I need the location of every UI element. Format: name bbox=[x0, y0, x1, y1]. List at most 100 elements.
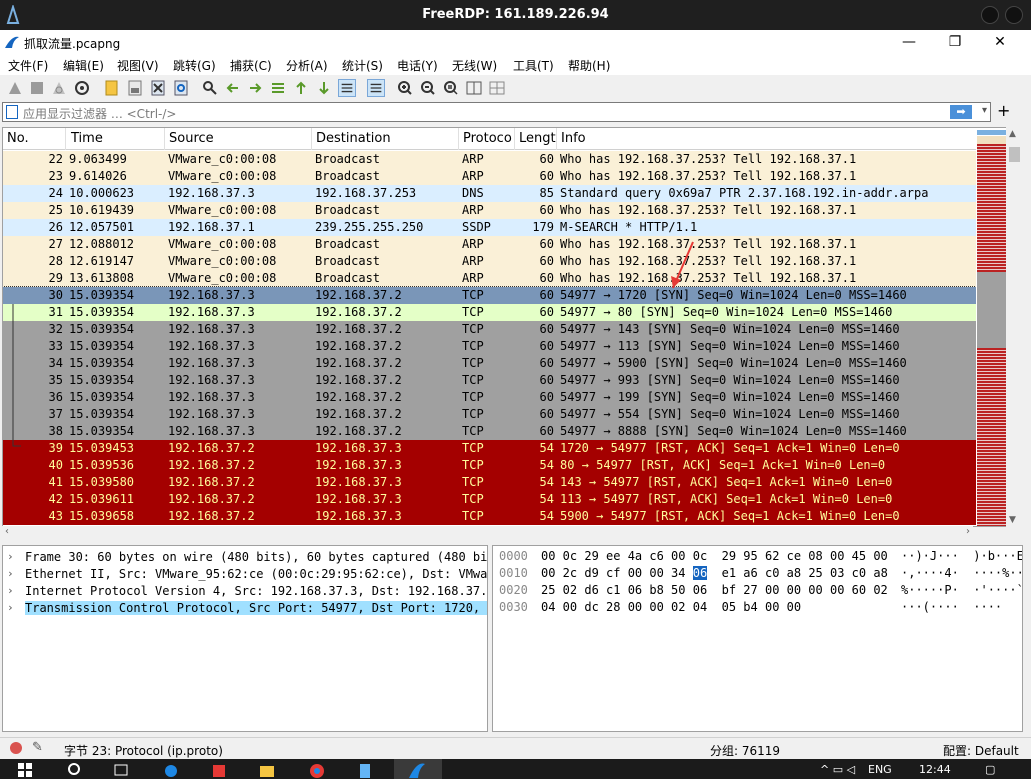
app-blue-icon[interactable] bbox=[356, 761, 374, 779]
expand-arrow-icon[interactable]: › bbox=[7, 550, 14, 563]
col-divider[interactable] bbox=[556, 128, 557, 150]
scroll-down-icon[interactable]: ▼ bbox=[1009, 515, 1016, 525]
packet-row[interactable]: 31 15.039354 192.168.37.3 192.168.37.2 TCP 60… bbox=[3, 304, 976, 321]
file-explorer-icon[interactable] bbox=[258, 761, 276, 779]
packet-row[interactable]: 32 15.039354 192.168.37.3 192.168.37.2 TCP 60… bbox=[3, 321, 976, 338]
minimize-button[interactable]: — bbox=[898, 33, 920, 51]
chrome-icon[interactable] bbox=[308, 761, 326, 779]
scroll-left-icon[interactable]: ‹ bbox=[5, 526, 9, 537]
packet-row[interactable]: 27 12.088012 VMware_c0:00:08 Broadcast ARP 60… bbox=[3, 236, 976, 253]
scroll-right-icon[interactable]: › bbox=[966, 526, 970, 537]
close-button[interactable]: ✕ bbox=[989, 33, 1011, 51]
col-header-protocol[interactable]: Protoco bbox=[463, 131, 512, 146]
display-filter-input[interactable]: 应用显示过滤器 … <Ctrl-/> bbox=[23, 105, 940, 122]
find-packet-icon[interactable] bbox=[201, 79, 219, 97]
col-header-no[interactable]: No. bbox=[7, 131, 29, 146]
packet-row[interactable]: 23 9.614026 VMware_c0:00:08 Broadcast ARP 60 W… bbox=[3, 168, 976, 185]
byte-row[interactable]: 0010 00 2c d9 cf 00 00 34 06 e1 a6 c0 a8 … bbox=[493, 563, 1022, 580]
packet-row[interactable]: 43 15.039658 192.168.37.2 192.168.37.3 TCP 54… bbox=[3, 508, 976, 525]
capture-options-icon[interactable] bbox=[73, 79, 91, 97]
packet-row[interactable]: 41 15.039580 192.168.37.2 192.168.37.3 TCP 54… bbox=[3, 474, 976, 491]
menu-capture[interactable]: 捕获(C) bbox=[230, 57, 272, 74]
expand-arrow-icon[interactable]: › bbox=[7, 567, 14, 580]
menu-analyze[interactable]: 分析(A) bbox=[286, 57, 328, 74]
menu-telephony[interactable]: 电话(Y) bbox=[397, 57, 438, 74]
packet-row[interactable]: 33 15.039354 192.168.37.3 192.168.37.2 TCP 60… bbox=[3, 338, 976, 355]
zoom-in-icon[interactable] bbox=[396, 79, 414, 97]
open-file-icon[interactable] bbox=[103, 79, 121, 97]
filter-bookmark-icon[interactable] bbox=[6, 105, 18, 119]
col-header-source[interactable]: Source bbox=[169, 131, 214, 146]
packet-row[interactable]: 42 15.039611 192.168.37.2 192.168.37.3 TCP 54… bbox=[3, 491, 976, 508]
packet-row[interactable]: 24 10.000623 192.168.37.3 192.168.37.253 DNS… bbox=[3, 185, 976, 202]
reload-file-icon[interactable] bbox=[172, 79, 190, 97]
byte-hex-highlight[interactable]: 06 bbox=[692, 566, 708, 580]
comment-icon[interactable]: ✎ bbox=[32, 740, 43, 755]
tray-language[interactable]: ENG bbox=[868, 763, 892, 776]
save-file-icon[interactable] bbox=[126, 79, 144, 97]
packet-row[interactable]: 37 15.039354 192.168.37.3 192.168.37.2 TCP 60… bbox=[3, 406, 976, 423]
menu-wireless[interactable]: 无线(W) bbox=[452, 57, 497, 74]
col-header-time[interactable]: Time bbox=[71, 131, 103, 146]
packet-row[interactable]: 38 15.039354 192.168.37.3 192.168.37.2 TCP 60… bbox=[3, 423, 976, 440]
windows-start-icon[interactable] bbox=[16, 761, 34, 779]
menu-go[interactable]: 跳转(G) bbox=[173, 57, 216, 74]
start-capture-icon[interactable] bbox=[6, 79, 24, 97]
tray-icons[interactable]: ^ ▭ ◁ bbox=[820, 763, 855, 776]
packet-row[interactable]: 28 12.619147 VMware_c0:00:08 Broadcast ARP 60… bbox=[3, 253, 976, 270]
resize-columns-icon[interactable] bbox=[465, 79, 483, 97]
col-divider[interactable] bbox=[458, 128, 459, 150]
maximize-button[interactable]: ❐ bbox=[944, 33, 966, 51]
packet-row[interactable]: 40 15.039536 192.168.37.2 192.168.37.3 TCP 54… bbox=[3, 457, 976, 474]
col-divider[interactable] bbox=[164, 128, 165, 150]
zoom-normal-icon[interactable] bbox=[442, 79, 460, 97]
col-header-length[interactable]: Lengt bbox=[519, 131, 556, 146]
status-profile[interactable]: 配置: Default bbox=[943, 742, 1019, 759]
scroll-up-icon[interactable]: ▲ bbox=[1009, 129, 1016, 139]
detail-tree-item[interactable]: › Frame 30: 60 bytes on wire (480 bits), … bbox=[3, 549, 487, 566]
packet-row[interactable]: 30 15.039354 192.168.37.3 192.168.37.2 TCP 60… bbox=[3, 286, 977, 305]
search-icon[interactable] bbox=[66, 761, 84, 779]
tray-clock[interactable]: 12:44 bbox=[919, 763, 951, 776]
go-forward-icon[interactable] bbox=[246, 79, 264, 97]
packet-minimap[interactable] bbox=[976, 128, 1007, 526]
go-last-icon[interactable] bbox=[315, 79, 333, 97]
add-filter-button[interactable]: + bbox=[997, 101, 1010, 120]
detail-tree-item[interactable]: › Transmission Control Protocol, Src Port… bbox=[3, 600, 487, 617]
packet-row[interactable]: 34 15.039354 192.168.37.3 192.168.37.2 TCP 60… bbox=[3, 355, 976, 372]
stop-capture-icon[interactable] bbox=[28, 79, 46, 97]
go-to-packet-icon[interactable] bbox=[269, 79, 287, 97]
apply-filter-button[interactable]: ➡ bbox=[950, 105, 972, 119]
packet-row[interactable]: 36 15.039354 192.168.37.3 192.168.37.2 TCP 60… bbox=[3, 389, 976, 406]
expand-arrow-icon[interactable]: › bbox=[7, 601, 14, 614]
capture-status-icon[interactable] bbox=[10, 742, 22, 754]
detail-tree-item[interactable]: › Internet Protocol Version 4, Src: 192.1… bbox=[3, 583, 487, 600]
rdp-minimize-button[interactable] bbox=[981, 6, 999, 24]
layout-icon[interactable] bbox=[488, 79, 506, 97]
byte-row[interactable]: 0030 04 00 dc 28 00 00 02 04 05 b4 00 00 ·… bbox=[493, 597, 1022, 614]
col-divider[interactable] bbox=[311, 128, 312, 150]
menu-file[interactable]: 文件(F) bbox=[8, 57, 48, 74]
col-header-destination[interactable]: Destination bbox=[316, 131, 391, 146]
packet-row[interactable]: 26 12.057501 192.168.37.1 239.255.255.250 SS… bbox=[3, 219, 976, 236]
filter-history-dropdown[interactable]: ▾ bbox=[982, 105, 987, 116]
packet-row[interactable]: 29 13.613808 VMware_c0:00:08 Broadcast ARP 60… bbox=[3, 270, 976, 287]
menu-edit[interactable]: 编辑(E) bbox=[63, 57, 104, 74]
go-back-icon[interactable] bbox=[224, 79, 242, 97]
menu-statistics[interactable]: 统计(S) bbox=[342, 57, 383, 74]
packet-row[interactable]: 35 15.039354 192.168.37.3 192.168.37.2 TCP 60… bbox=[3, 372, 976, 389]
restart-capture-icon[interactable] bbox=[50, 79, 68, 97]
byte-row[interactable]: 0000 00 0c 29 ee 4a c6 00 0c 29 95 62 ce … bbox=[493, 546, 1022, 563]
col-header-info[interactable]: Info bbox=[561, 131, 586, 146]
packet-row[interactable]: 25 10.619439 VMware_c0:00:08 Broadcast ARP 60… bbox=[3, 202, 976, 219]
byte-row[interactable]: 0020 25 02 d6 c1 06 b8 50 06 bf 27 00 00 … bbox=[493, 580, 1022, 597]
menu-view[interactable]: 视图(V) bbox=[117, 57, 159, 74]
zoom-out-icon[interactable] bbox=[419, 79, 437, 97]
app-red-icon[interactable] bbox=[210, 761, 228, 779]
packet-list-hscrollbar[interactable]: ‹ › bbox=[2, 526, 973, 540]
auto-scroll-icon[interactable] bbox=[338, 79, 356, 97]
col-divider[interactable] bbox=[65, 128, 66, 150]
menu-help[interactable]: 帮助(H) bbox=[568, 57, 610, 74]
expand-arrow-icon[interactable]: › bbox=[7, 584, 14, 597]
notification-icon[interactable]: ▢ bbox=[985, 763, 995, 776]
